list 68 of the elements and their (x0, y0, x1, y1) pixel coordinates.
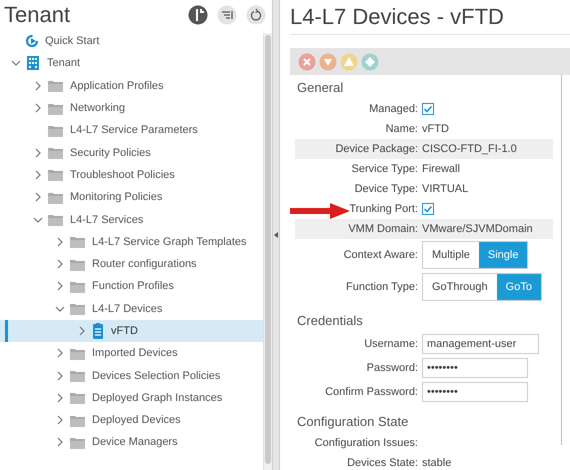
scrollbar[interactable] (263, 33, 272, 470)
field-label: VMM Domain: (348, 223, 418, 235)
tree-item[interactable]: Deployed Devices (0, 409, 264, 432)
tree-item[interactable]: Application Profiles (0, 74, 264, 97)
tree-item[interactable]: Imported Devices (0, 342, 264, 364)
folder-icon (47, 212, 64, 228)
field-label: Service Type: (350, 163, 419, 175)
field-label: Name: (384, 123, 419, 135)
folder-icon (47, 78, 64, 94)
filter-icon[interactable] (217, 5, 238, 25)
tree-item[interactable]: Devices Selection Policies (0, 364, 264, 387)
refresh-icon[interactable] (246, 5, 266, 25)
field-label: Trunking Port: (348, 203, 419, 215)
chevron-down-icon[interactable] (54, 304, 66, 314)
field-label: Password: (366, 362, 419, 374)
field-value: stable (422, 457, 452, 469)
chevron-down-icon[interactable] (10, 58, 22, 68)
tree-item[interactable]: Function Profiles (0, 275, 264, 298)
folder-icon (69, 368, 86, 384)
section-title: Credentials (297, 313, 364, 328)
field-value: vFTD (422, 123, 449, 135)
input-field[interactable]: •••••••• (422, 358, 528, 378)
input-field[interactable]: •••••••• (422, 382, 528, 402)
tree-item[interactable]: Device Managers (0, 431, 264, 454)
folder-icon (69, 234, 86, 250)
add-circle-icon[interactable] (188, 5, 208, 25)
field-label: Context Aware: (342, 249, 419, 261)
tree-item[interactable]: Security Policies (0, 141, 264, 164)
field-value: CISCO-FTD_FI-1.0 (422, 143, 517, 155)
section-title: General (297, 80, 344, 95)
tree-item[interactable]: Troubleshoot Policies (0, 164, 264, 186)
tree-item[interactable]: Deployed Graph Instances (0, 386, 264, 410)
page-title: L4-L7 Devices - vFTD (290, 0, 570, 35)
building-icon (25, 55, 41, 72)
folder-icon (69, 390, 86, 406)
field-label: Devices State: (346, 457, 419, 469)
folder-icon (69, 301, 86, 316)
checkbox[interactable] (422, 203, 434, 215)
tree-item[interactable]: vFTD (0, 320, 264, 342)
field-label: Device Package: (335, 143, 418, 155)
field-label: Device Type: (354, 183, 419, 195)
clipboard-icon (91, 323, 105, 339)
tree-item[interactable]: L4-L7 Devices (0, 298, 264, 320)
play-circle-icon (25, 34, 39, 48)
folder-icon (47, 145, 64, 160)
tree-item[interactable]: Monitoring Policies (0, 186, 264, 208)
panel-title: Tenant (4, 2, 72, 28)
tree-item[interactable]: L4-L7 Service Parameters (0, 119, 264, 142)
field-label: Function Type: (345, 281, 419, 293)
tree-item[interactable]: L4-L7 Services (0, 208, 264, 231)
tree-item[interactable]: Networking (0, 96, 264, 120)
field-value: Firewall (422, 163, 460, 175)
section-title: Configuration State (297, 414, 410, 429)
folder-icon (47, 167, 64, 182)
tree-item[interactable]: L4-L7 Service Graph Templates (0, 230, 264, 253)
field-label: Confirm Password: (324, 386, 419, 398)
chevron-down-icon[interactable] (32, 214, 44, 225)
checkbox[interactable] (422, 103, 434, 115)
tree-item[interactable]: Router configurations (0, 252, 264, 276)
field-value: VIRTUAL (422, 183, 468, 195)
field-value: VMware/SJVMDomain (422, 223, 533, 235)
field-label: Managed: (368, 103, 419, 115)
tree-item[interactable]: Quick Start (0, 30, 264, 52)
collapse-arrow-icon[interactable] (274, 232, 278, 238)
field-label: Username: (363, 338, 419, 350)
input-field[interactable]: management-user (422, 334, 539, 354)
field-label: Configuration Issues: (314, 437, 419, 449)
tree-item[interactable]: Tenant (0, 52, 264, 75)
